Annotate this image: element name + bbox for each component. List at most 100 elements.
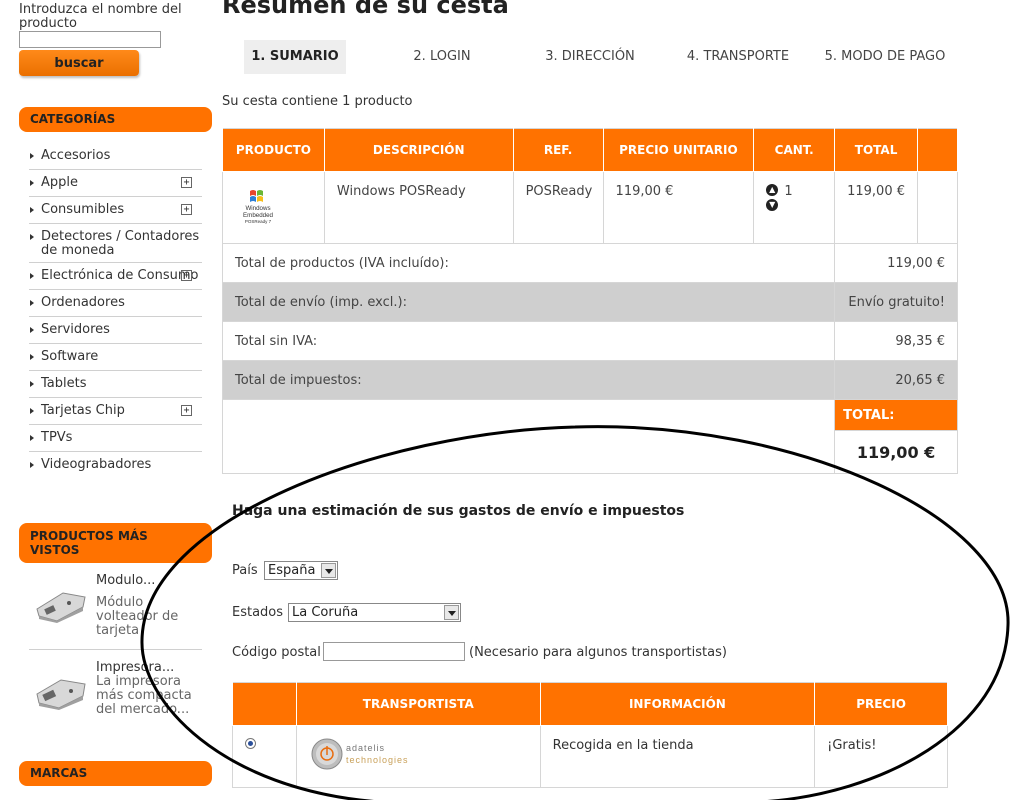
category-item[interactable]: Software: [29, 344, 202, 371]
logo-line-2: Embedded: [243, 212, 273, 219]
category-label[interactable]: Servidores: [41, 322, 110, 337]
most-viewed-item[interactable]: Modulo... Módulo volteador de tarjeta: [29, 573, 202, 651]
product-ref: POSReady: [512, 171, 604, 244]
carrier-table: TRANSPORTISTA INFORMACIÓN PRECIO adateli…: [232, 682, 948, 788]
page-title: Resumen de su cesta: [222, 0, 509, 19]
dropdown-arrow-icon[interactable]: [444, 605, 459, 620]
summary-row: Total sin IVA: 98,35 €: [221, 321, 958, 361]
most-viewed-name[interactable]: Impresora...: [96, 660, 206, 675]
logo-word-1: adatelis: [346, 743, 385, 753]
category-label[interactable]: Accesorios: [41, 148, 110, 163]
qty-down-icon[interactable]: ▼: [766, 199, 779, 211]
category-label[interactable]: Software: [41, 349, 98, 364]
carrier-header-row: TRANSPORTISTA INFORMACIÓN PRECIO: [232, 682, 948, 726]
product-image-cell[interactable]: Windows Embedded POSReady 7: [222, 171, 325, 244]
summary-row: Total de envío (imp. excl.): Envío gratu…: [221, 282, 958, 322]
col-information: INFORMACIÓN: [539, 682, 816, 726]
category-label[interactable]: Tablets: [41, 376, 87, 391]
postal-hint: (Necesario para algunos transportistas): [469, 645, 727, 660]
col-ref: REF.: [512, 128, 604, 172]
search-button[interactable]: buscar: [19, 50, 139, 76]
col-carrier: TRANSPORTISTA: [295, 682, 541, 726]
step-shipping[interactable]: 4. TRANSPORTE: [684, 40, 792, 74]
adatelis-logo: adatelis technologies: [311, 738, 407, 770]
basket-count: Su cesta contiene 1 producto: [222, 94, 413, 109]
category-label[interactable]: Videograbadores: [41, 457, 151, 472]
sidebar: Introduzca el nombre del producto buscar…: [0, 0, 215, 800]
summary-row: Total de productos (IVA incluído): 119,0…: [221, 243, 958, 283]
category-label[interactable]: Detectores / Contadores de moneda: [41, 229, 199, 258]
card-printer-image[interactable]: [33, 670, 88, 710]
logo-line-1: Windows: [245, 205, 270, 212]
category-item[interactable]: TPVs: [29, 425, 202, 452]
bullet-arrow-icon: [30, 153, 34, 159]
expand-plus-icon[interactable]: +: [181, 177, 192, 188]
bullet-arrow-icon: [30, 327, 34, 333]
category-item[interactable]: Tarjetas Chip +: [29, 398, 202, 425]
most-viewed-name[interactable]: Modulo...: [96, 573, 206, 588]
expand-plus-icon[interactable]: +: [181, 270, 192, 281]
summary-value: 119,00 €: [834, 243, 958, 283]
category-item[interactable]: Servidores: [29, 317, 202, 344]
carrier-radio[interactable]: [245, 738, 256, 749]
step-payment[interactable]: 5. MODO DE PAGO: [822, 40, 948, 74]
category-item[interactable]: Tablets: [29, 371, 202, 398]
summary-row: Total de impuestos: 20,65 €: [221, 360, 958, 400]
step-summary[interactable]: 1. SUMARIO: [244, 40, 346, 74]
summary-value: 20,65 €: [834, 360, 958, 400]
country-value: España: [268, 563, 316, 578]
delete-cell: [917, 171, 958, 244]
expand-plus-icon[interactable]: +: [181, 204, 192, 215]
bullet-arrow-icon: [30, 300, 34, 306]
step-address[interactable]: 3. DIRECCIÓN: [535, 40, 645, 74]
windows-embedded-logo[interactable]: Windows Embedded POSReady 7: [237, 188, 279, 226]
col-price: PRECIO: [814, 682, 948, 726]
search-input[interactable]: [19, 31, 161, 48]
category-label[interactable]: Tarjetas Chip: [41, 403, 125, 418]
category-label[interactable]: Consumibles: [41, 202, 124, 217]
category-label[interactable]: Electrónica de Consumo: [41, 268, 198, 283]
most-viewed-item[interactable]: Impresora... La impresora más compacta d…: [29, 660, 202, 738]
carrier-price: ¡Gratis!: [814, 725, 948, 788]
col-total: TOTAL: [834, 128, 919, 172]
col-select: [232, 682, 297, 726]
bullet-arrow-icon: [30, 462, 34, 468]
category-item[interactable]: Detectores / Contadores de moneda: [29, 224, 202, 263]
postal-label: Código postal: [232, 645, 321, 660]
summary-label: Total de impuestos:: [221, 360, 836, 400]
category-item[interactable]: Electrónica de Consumo +: [29, 263, 202, 290]
category-label[interactable]: TPVs: [41, 430, 72, 445]
bullet-arrow-icon: [30, 354, 34, 360]
product-description[interactable]: Windows POSReady: [323, 171, 514, 244]
category-item[interactable]: Videograbadores: [29, 452, 202, 479]
category-item[interactable]: Ordenadores: [29, 290, 202, 317]
qty-up-icon[interactable]: ▲: [766, 184, 779, 196]
category-item[interactable]: Consumibles +: [29, 197, 202, 224]
country-label: País: [232, 563, 258, 578]
postal-code-input[interactable]: [323, 642, 465, 661]
category-item[interactable]: Apple +: [29, 170, 202, 197]
step-login[interactable]: 2. LOGIN: [397, 40, 487, 74]
category-item[interactable]: Accesorios: [29, 143, 202, 170]
expand-plus-icon[interactable]: +: [181, 405, 192, 416]
category-label[interactable]: Apple: [41, 175, 78, 190]
carrier-row[interactable]: adatelis technologies Recogida en la tie…: [232, 725, 948, 788]
carrier-radio-cell[interactable]: [232, 725, 297, 788]
bullet-arrow-icon: [30, 435, 34, 441]
cart-header-row: PRODUCTO DESCRIPCIÓN REF. PRECIO UNITARI…: [222, 128, 958, 172]
col-product: PRODUCTO: [222, 128, 325, 172]
state-value: La Coruña: [292, 605, 359, 620]
carrier-logo-cell: adatelis technologies: [295, 725, 541, 788]
category-label[interactable]: Ordenadores: [41, 295, 125, 310]
col-description: DESCRIPCIÓN: [323, 128, 514, 172]
bullet-arrow-icon: [30, 273, 34, 279]
state-select[interactable]: La Coruña: [288, 603, 461, 622]
card-flipper-image[interactable]: [33, 583, 88, 623]
dropdown-arrow-icon[interactable]: [321, 563, 336, 578]
most-viewed-desc: La impresora más compacta del mercado...: [96, 674, 192, 717]
total-label: TOTAL:: [834, 399, 958, 431]
total-spacer: [221, 399, 835, 474]
country-select[interactable]: España: [264, 561, 338, 580]
logo-line-3: POSReady 7: [245, 219, 272, 224]
bullet-arrow-icon: [30, 381, 34, 387]
